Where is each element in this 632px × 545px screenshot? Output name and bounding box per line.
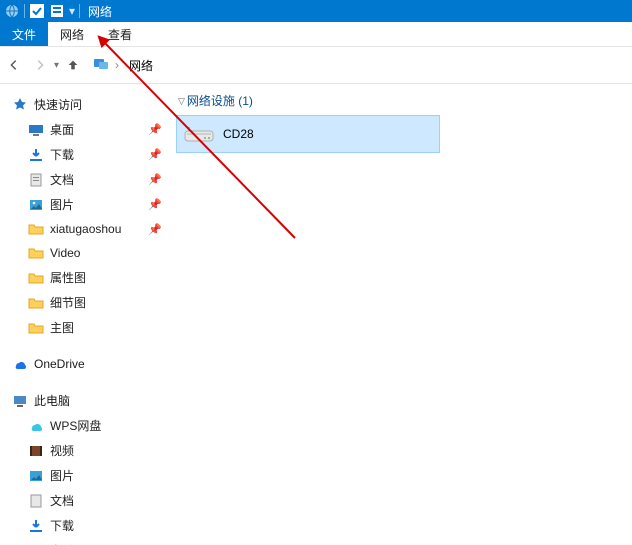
sidebar-item-desktop[interactable]: 桌面📌 xyxy=(10,117,170,142)
network-icon xyxy=(93,56,109,75)
sidebar: 快速访问 桌面📌 下载📌 文档📌 图片📌 xiatugaoshou📌 Video… xyxy=(0,84,170,545)
properties-icon[interactable] xyxy=(49,3,65,19)
sidebar-section-this-pc[interactable]: 此电脑 xyxy=(10,388,170,413)
tab-network[interactable]: 网络 xyxy=(48,22,96,46)
sidebar-item-music[interactable]: 音乐 xyxy=(10,538,170,545)
sidebar-item-downloads[interactable]: 下载📌 xyxy=(10,142,170,167)
pin-icon: 📌 xyxy=(148,123,162,136)
sidebar-section-quick-access[interactable]: 快速访问 xyxy=(10,92,170,117)
forward-button[interactable] xyxy=(28,53,52,77)
sidebar-item-documents[interactable]: 文档📌 xyxy=(10,167,170,192)
sidebar-label: 此电脑 xyxy=(34,392,70,409)
sidebar-section-onedrive[interactable]: OneDrive xyxy=(10,352,170,376)
device-tile[interactable]: CD28 xyxy=(176,115,440,153)
device-name: CD28 xyxy=(223,127,254,141)
sidebar-item-folder[interactable]: 属性图 xyxy=(10,265,170,290)
checkbox-icon[interactable] xyxy=(29,3,45,19)
sidebar-item-downloads[interactable]: 下载 xyxy=(10,513,170,538)
sidebar-label: 快速访问 xyxy=(34,96,82,113)
separator xyxy=(24,4,25,18)
history-dropdown[interactable]: ▾ xyxy=(54,60,59,71)
sidebar-item-folder[interactable]: xiatugaoshou📌 xyxy=(10,217,170,241)
sidebar-label: OneDrive xyxy=(34,357,85,371)
address-bar[interactable]: › 网络 xyxy=(93,55,157,76)
pin-icon: 📌 xyxy=(148,198,162,211)
pin-icon: 📌 xyxy=(148,148,162,161)
sidebar-item-videos[interactable]: 视频 xyxy=(10,438,170,463)
breadcrumb[interactable]: 网络 xyxy=(129,57,153,74)
ribbon-tabs: 文件 网络 查看 xyxy=(0,22,632,47)
tab-view[interactable]: 查看 xyxy=(96,22,144,46)
title-bar: ▾ 网络 xyxy=(0,0,632,22)
back-button[interactable] xyxy=(2,53,26,77)
up-button[interactable] xyxy=(61,53,85,77)
sidebar-item-folder[interactable]: 主图 xyxy=(10,315,170,340)
tab-file[interactable]: 文件 xyxy=(0,22,48,46)
sidebar-item-documents[interactable]: 文档 xyxy=(10,488,170,513)
sidebar-item-folder[interactable]: 细节图 xyxy=(10,290,170,315)
sidebar-item-pictures[interactable]: 图片📌 xyxy=(10,192,170,217)
network-icon xyxy=(4,3,20,19)
content-area: ▽网络设施 (1) CD28 xyxy=(170,84,632,545)
pin-icon: 📌 xyxy=(148,173,162,186)
modem-icon xyxy=(183,123,217,145)
separator xyxy=(79,4,80,18)
sidebar-item-wps[interactable]: WPS网盘 xyxy=(10,413,170,438)
window-title: 网络 xyxy=(88,3,112,20)
chevron-down-icon: ▽ xyxy=(178,96,185,107)
sidebar-item-folder[interactable]: Video xyxy=(10,241,170,265)
group-header[interactable]: ▽网络设施 (1) xyxy=(176,88,628,113)
pin-icon: 📌 xyxy=(148,223,162,236)
sidebar-item-pictures[interactable]: 图片 xyxy=(10,463,170,488)
nav-bar: ▾ › 网络 xyxy=(0,47,632,84)
